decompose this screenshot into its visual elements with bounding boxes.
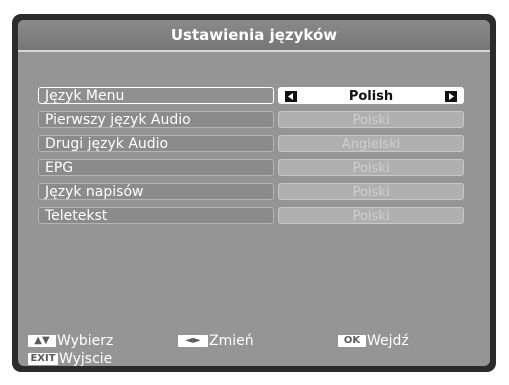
teletext-language-label: Teletekst xyxy=(38,207,274,224)
ok-key-icon: OK xyxy=(338,335,366,347)
hint-select-label: Wybierz xyxy=(57,333,114,349)
subtitle-language-label: Język napisów xyxy=(38,183,274,200)
first-audio-language-value[interactable]: Polski xyxy=(278,111,464,128)
triangle-right-icon[interactable] xyxy=(445,91,457,102)
epg-language-label: EPG xyxy=(38,159,274,176)
hint-change-label: Zmień xyxy=(209,333,254,349)
hint-exit-label: Wyjscie xyxy=(59,351,113,366)
exit-key-icon: EXIT xyxy=(28,353,58,365)
epg-language-value[interactable]: Polski xyxy=(278,159,464,176)
hint-select: ▲▼ Wybierz xyxy=(28,333,113,349)
second-audio-language-label: Drugi język Audio xyxy=(38,135,274,152)
hint-change: ◄► Zmień xyxy=(178,333,254,349)
second-audio-language-value[interactable]: Angielski xyxy=(278,135,464,152)
hint-enter: OK Wejdź xyxy=(338,333,409,349)
left-right-key-icon: ◄► xyxy=(178,335,208,347)
page-title: Ustawienia języków xyxy=(18,20,490,52)
subtitle-language-value[interactable]: Polski xyxy=(278,183,464,200)
up-down-key-icon: ▲▼ xyxy=(28,335,56,347)
triangle-left-icon[interactable] xyxy=(285,91,297,102)
teletext-language-value[interactable]: Polski xyxy=(278,207,464,224)
hint-enter-label: Wejdź xyxy=(367,333,409,349)
menu-language-selector[interactable]: Polish xyxy=(278,87,464,104)
menu-language-label: Język Menu xyxy=(38,87,274,104)
menu-language-value: Polish xyxy=(348,89,394,104)
language-settings-screen: Ustawienia języków Język Menu Polish Pie… xyxy=(18,20,490,366)
hint-exit: EXIT Wyjscie xyxy=(28,351,112,366)
first-audio-language-label: Pierwszy język Audio xyxy=(38,111,274,128)
